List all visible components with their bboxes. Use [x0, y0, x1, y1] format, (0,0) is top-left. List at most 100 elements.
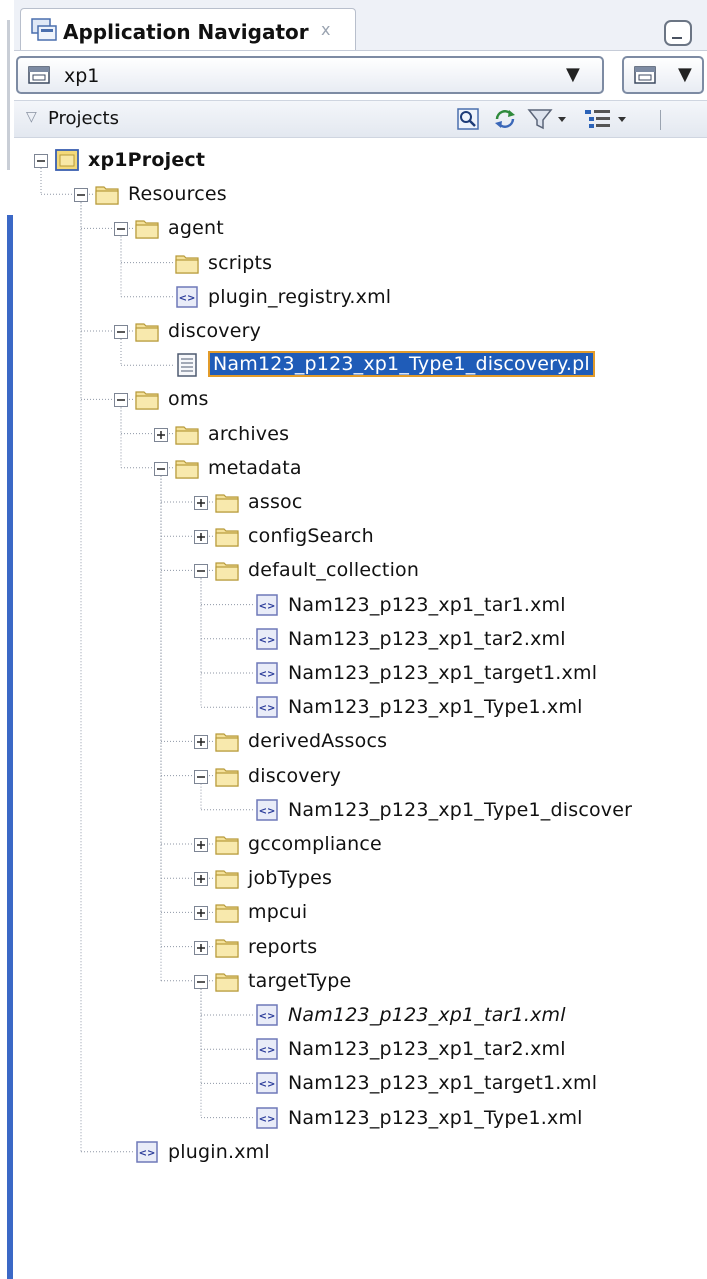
collapse-icon[interactable]: [154, 461, 168, 476]
tree-node[interactable]: Nam123_p123_xp1_Type1_discovery.pl: [14, 349, 707, 383]
tree-node[interactable]: mpcui: [14, 896, 707, 930]
tree-node-label: Nam123_p123_xp1_tar1.xml: [288, 1004, 566, 1026]
application-selector[interactable]: xp1 ▼: [16, 56, 604, 94]
expand-icon[interactable]: [194, 734, 208, 750]
tree-node[interactable]: reports: [14, 931, 707, 965]
filter-icon[interactable]: [526, 107, 574, 131]
tree-node-label: derivedAssocs: [248, 730, 388, 753]
tree-node[interactable]: assoc: [14, 486, 707, 520]
tree-node[interactable]: discovery: [14, 315, 707, 349]
tree-node[interactable]: Resources: [14, 178, 707, 212]
tree-node[interactable]: metadata: [14, 452, 707, 486]
tab-title: Application Navigator: [63, 20, 309, 44]
expand-icon[interactable]: [154, 427, 168, 442]
folder-icon: [134, 318, 160, 344]
tree-node-label: xp1Project: [88, 149, 206, 171]
svg-text:<>: <>: [179, 293, 196, 304]
sync-icon[interactable]: [492, 107, 518, 131]
collapse-triangle-icon[interactable]: ▽: [26, 109, 37, 125]
tree-node-label: discovery: [248, 764, 342, 787]
tab-application-navigator[interactable]: Application Navigator x: [20, 8, 356, 50]
tree-node-label: default_collection: [248, 559, 420, 582]
window-edge: [0, 0, 14, 1279]
collapse-icon[interactable]: [34, 153, 48, 168]
tree-node[interactable]: configSearch: [14, 520, 707, 554]
svg-text:<>: <>: [259, 806, 276, 817]
collapse-icon[interactable]: [114, 221, 128, 237]
collapse-icon[interactable]: [74, 187, 88, 203]
navigator-icon: [31, 18, 57, 42]
tree-node[interactable]: <> Nam123_p123_xp1_tar2.xml: [14, 623, 707, 657]
tree-node-label: Nam123_p123_xp1_Type1_discovery.pl: [208, 351, 595, 378]
tree-node[interactable]: derivedAssocs: [14, 725, 707, 759]
tree-node-label: agent: [168, 217, 224, 240]
tree-node[interactable]: xp1Project: [14, 144, 707, 178]
expand-icon[interactable]: [194, 905, 208, 921]
tree-node[interactable]: gccompliance: [14, 828, 707, 862]
application-menu-button[interactable]: ▼: [622, 56, 704, 94]
xml-file-icon: <>: [254, 592, 280, 618]
application-navigator-panel: Application Navigator x xp1 ▼ ▼ ▽ Projec…: [14, 0, 707, 1279]
tree-node[interactable]: <> plugin.xml: [14, 1136, 707, 1170]
tree-node[interactable]: <> Nam123_p123_xp1_Type1.xml: [14, 1102, 707, 1136]
tree-node-label: assoc: [248, 491, 303, 513]
tree-options-icon[interactable]: [582, 107, 632, 131]
collapse-icon[interactable]: [114, 392, 128, 408]
expand-icon[interactable]: [194, 940, 208, 955]
tree-node-label: plugin_registry.xml: [208, 285, 392, 308]
xml-file-icon: <>: [174, 284, 200, 310]
svg-text:<>: <>: [259, 703, 276, 714]
tree-node[interactable]: agent: [14, 212, 707, 246]
collapse-icon[interactable]: [194, 769, 208, 784]
folder-icon: [214, 899, 240, 925]
tree-node[interactable]: <> Nam123_p123_xp1_tar1.xml: [14, 589, 707, 623]
dropdown-arrow-icon: ▼: [678, 64, 692, 85]
projects-header: ▽ Projects: [14, 100, 707, 138]
svg-text:<>: <>: [259, 669, 276, 680]
find-icon[interactable]: [456, 107, 480, 131]
tree-node[interactable]: <> Nam123_p123_xp1_Type1_discover: [14, 794, 707, 828]
tree-node-label: metadata: [208, 456, 302, 479]
collapse-icon[interactable]: [114, 324, 128, 339]
xml-file-icon: <>: [254, 694, 280, 720]
xml-file-icon: <>: [254, 797, 280, 823]
expand-icon[interactable]: [194, 837, 208, 852]
tree-node[interactable]: <> Nam123_p123_xp1_tar1.xml: [14, 999, 707, 1033]
tree-node[interactable]: <> Nam123_p123_xp1_tar2.xml: [14, 1033, 707, 1067]
tree-node[interactable]: oms: [14, 383, 707, 417]
expand-icon[interactable]: [194, 495, 208, 510]
xml-file-icon: <>: [254, 660, 280, 686]
svg-text:<>: <>: [259, 601, 276, 612]
tree-node[interactable]: <> Nam123_p123_xp1_target1.xml: [14, 1067, 707, 1101]
folder-icon: [174, 250, 200, 276]
tree-node[interactable]: <> Nam123_p123_xp1_target1.xml: [14, 657, 707, 691]
close-icon[interactable]: x: [321, 20, 330, 39]
tree-node[interactable]: scripts: [14, 247, 707, 281]
minimize-button[interactable]: [664, 20, 692, 46]
tree-node[interactable]: discovery: [14, 760, 707, 794]
folder-icon: [214, 934, 240, 960]
tree-node[interactable]: targetType: [14, 965, 707, 999]
tree-node[interactable]: archives: [14, 418, 707, 452]
collapse-icon[interactable]: [194, 563, 208, 579]
xml-file-icon: <>: [254, 626, 280, 652]
edge-accent-bar: [7, 215, 13, 1279]
tree-node-label: reports: [248, 935, 318, 958]
xml-file-icon: <>: [134, 1139, 160, 1165]
tree-node[interactable]: default_collection: [14, 554, 707, 588]
expand-icon[interactable]: [194, 529, 208, 545]
folder-icon: [214, 968, 240, 994]
tree-node[interactable]: jobTypes: [14, 862, 707, 896]
expand-icon[interactable]: [194, 871, 208, 887]
tree-node-label: Nam123_p123_xp1_Type1.xml: [288, 696, 583, 719]
tree-node[interactable]: <> Nam123_p123_xp1_Type1.xml: [14, 691, 707, 725]
tree-node-label: Nam123_p123_xp1_Type1.xml: [288, 1106, 583, 1129]
tree-node[interactable]: <> plugin_registry.xml: [14, 281, 707, 315]
folder-icon: [94, 181, 120, 207]
collapse-icon[interactable]: [194, 974, 208, 989]
svg-text:<>: <>: [259, 1114, 276, 1125]
tree-node-label: discovery: [168, 320, 262, 342]
toolbar-separator: [660, 110, 661, 130]
tree-node-label: gccompliance: [248, 833, 382, 855]
tree-node-label: Nam123_p123_xp1_Type1_discover: [288, 798, 633, 821]
